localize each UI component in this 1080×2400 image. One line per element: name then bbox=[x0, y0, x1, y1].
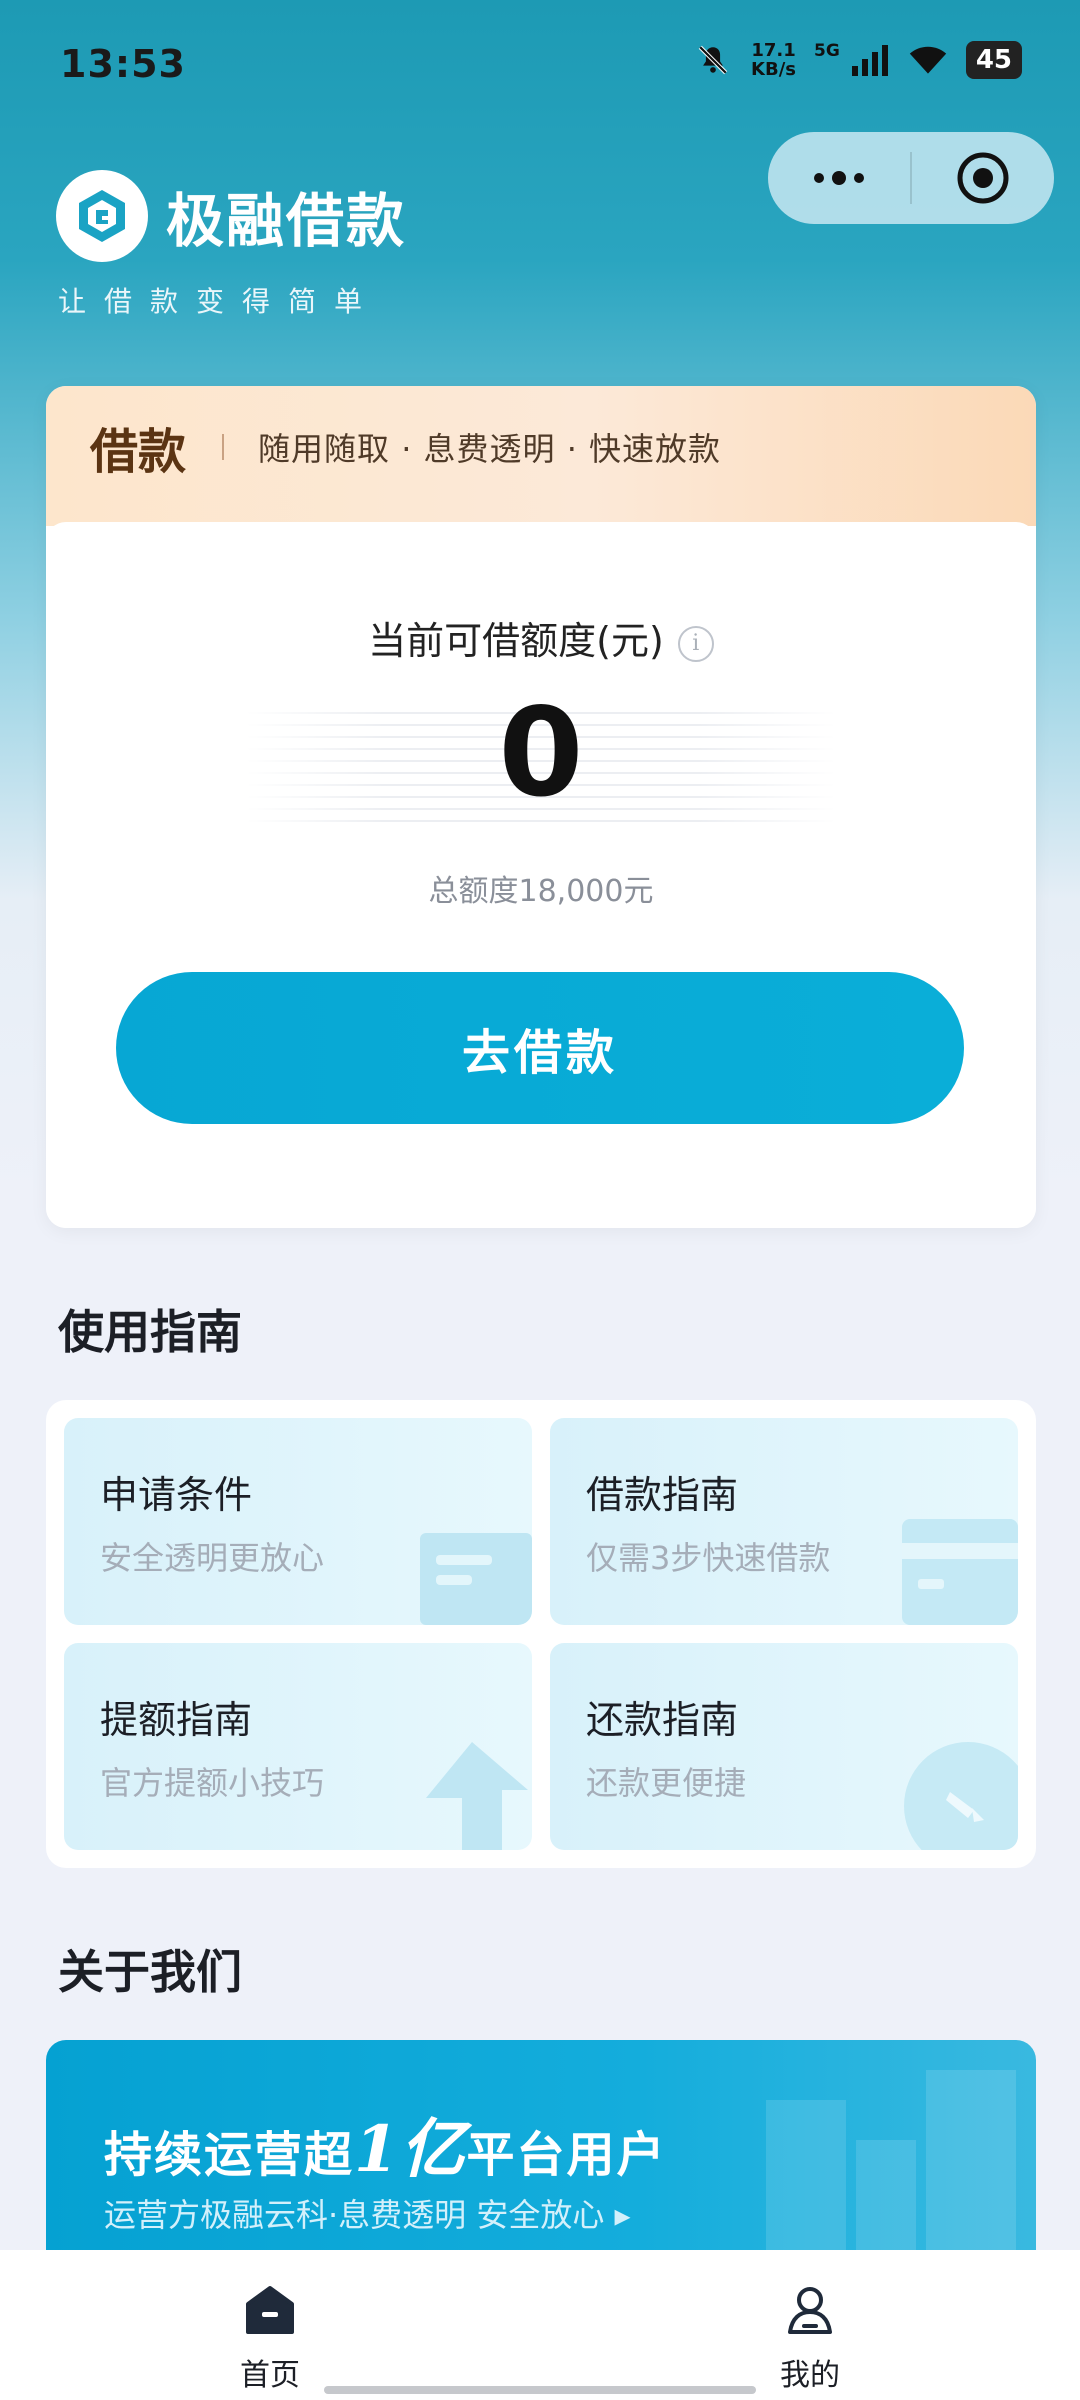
total-limit: 总额度18,000元 bbox=[428, 874, 654, 909]
loan-card-body: 当前可借额度(元) i 0 总额度18,000元 去借款 bbox=[46, 522, 1036, 1228]
loan-card: 借款 随用随取 · 息费透明 · 快速放款 当前可借额度(元) i 0 总额度18… bbox=[46, 386, 1036, 1228]
status-bar: 13:53 17.1 KB/s 5G 45 bbox=[0, 0, 1080, 130]
net-speed-value: 17.1 bbox=[751, 40, 796, 61]
card-icon bbox=[420, 1533, 532, 1625]
net-speed: 17.1 KB/s bbox=[751, 41, 796, 79]
repay-coin-icon bbox=[904, 1742, 1018, 1850]
loan-head-divider bbox=[222, 434, 225, 460]
wifi-icon bbox=[908, 40, 948, 80]
network-type: 5G bbox=[814, 41, 840, 61]
signal-icon bbox=[850, 40, 890, 80]
net-speed-unit: KB/s bbox=[751, 59, 797, 80]
status-time: 13:53 bbox=[60, 42, 186, 86]
about-banner-subtitle: 运营方极融云科·息费透明 安全放心 ▸ bbox=[104, 2196, 631, 2234]
tab-profile[interactable]: 我的 bbox=[730, 2282, 890, 2394]
guide-item-title: 借款指南 bbox=[586, 1473, 739, 1517]
bottom-tab-bar: 首页 我的 bbox=[0, 2250, 1080, 2400]
guide-grid: 申请条件 安全透明更放心 借款指南 仅需3步快速借款 提额指南 官方提额小技巧 … bbox=[46, 1400, 1036, 1868]
guide-item-borrow-guide[interactable]: 借款指南 仅需3步快速借款 bbox=[550, 1418, 1018, 1625]
profile-icon bbox=[788, 2287, 832, 2334]
battery-icon: 45 bbox=[965, 41, 1022, 79]
tab-label: 首页 bbox=[240, 2358, 300, 2393]
about-banner-title: 持续运营超1亿平台用户 bbox=[104, 2098, 667, 2190]
app-title: 极融借款 bbox=[166, 187, 407, 255]
guide-item-apply-conditions[interactable]: 申请条件 安全透明更放心 bbox=[64, 1418, 532, 1625]
about-title-big: 1亿 bbox=[354, 2112, 467, 2187]
borrow-button[interactable]: 去借款 bbox=[116, 972, 964, 1124]
tab-label: 我的 bbox=[780, 2358, 840, 2393]
close-target-icon[interactable] bbox=[912, 132, 1054, 224]
more-icon[interactable] bbox=[768, 132, 910, 224]
building-decoration bbox=[926, 2070, 1016, 2250]
bell-off-icon bbox=[693, 40, 733, 80]
tab-home[interactable]: 首页 bbox=[190, 2282, 350, 2394]
guide-section-title: 使用指南 bbox=[58, 1305, 242, 1359]
about-section-title: 关于我们 bbox=[58, 1945, 242, 1999]
about-title-pre: 持续运营超 bbox=[104, 2127, 355, 2183]
arrow-up-icon bbox=[426, 1742, 528, 1850]
jirong-logo-icon bbox=[56, 170, 148, 262]
about-title-post: 平台用户 bbox=[466, 2127, 667, 2183]
about-banner[interactable]: 持续运营超1亿平台用户 运营方极融云科·息费透明 安全放心 ▸ bbox=[46, 2040, 1036, 2250]
brand-header: 极融借款 bbox=[56, 170, 406, 262]
credit-card-icon bbox=[902, 1519, 1018, 1625]
mini-program-capsule bbox=[768, 132, 1054, 224]
loan-title: 借款 bbox=[90, 424, 187, 480]
loan-features: 随用随取 · 息费透明 · 快速放款 bbox=[258, 430, 722, 468]
guide-item-raise-limit[interactable]: 提额指南 官方提额小技巧 bbox=[64, 1643, 532, 1850]
info-icon[interactable]: i bbox=[677, 626, 714, 662]
available-limit-label: 当前可借额度(元) i bbox=[46, 610, 1036, 665]
building-decoration bbox=[856, 2140, 916, 2250]
loan-card-header: 借款 随用随取 · 息费透明 · 快速放款 bbox=[46, 386, 1036, 526]
available-amount: 0 bbox=[498, 682, 584, 824]
home-icon bbox=[246, 2286, 294, 2334]
app-slogan: 让借款变得简单 bbox=[58, 285, 381, 318]
building-decoration bbox=[766, 2100, 846, 2250]
system-home-indicator[interactable] bbox=[324, 2386, 756, 2394]
available-limit-text: 当前可借额度(元) bbox=[368, 619, 664, 663]
status-icons: 17.1 KB/s 5G 45 bbox=[693, 40, 1022, 80]
guide-item-repayment[interactable]: 还款指南 还款更便捷 bbox=[550, 1643, 1018, 1850]
guide-item-title: 申请条件 bbox=[100, 1473, 253, 1517]
